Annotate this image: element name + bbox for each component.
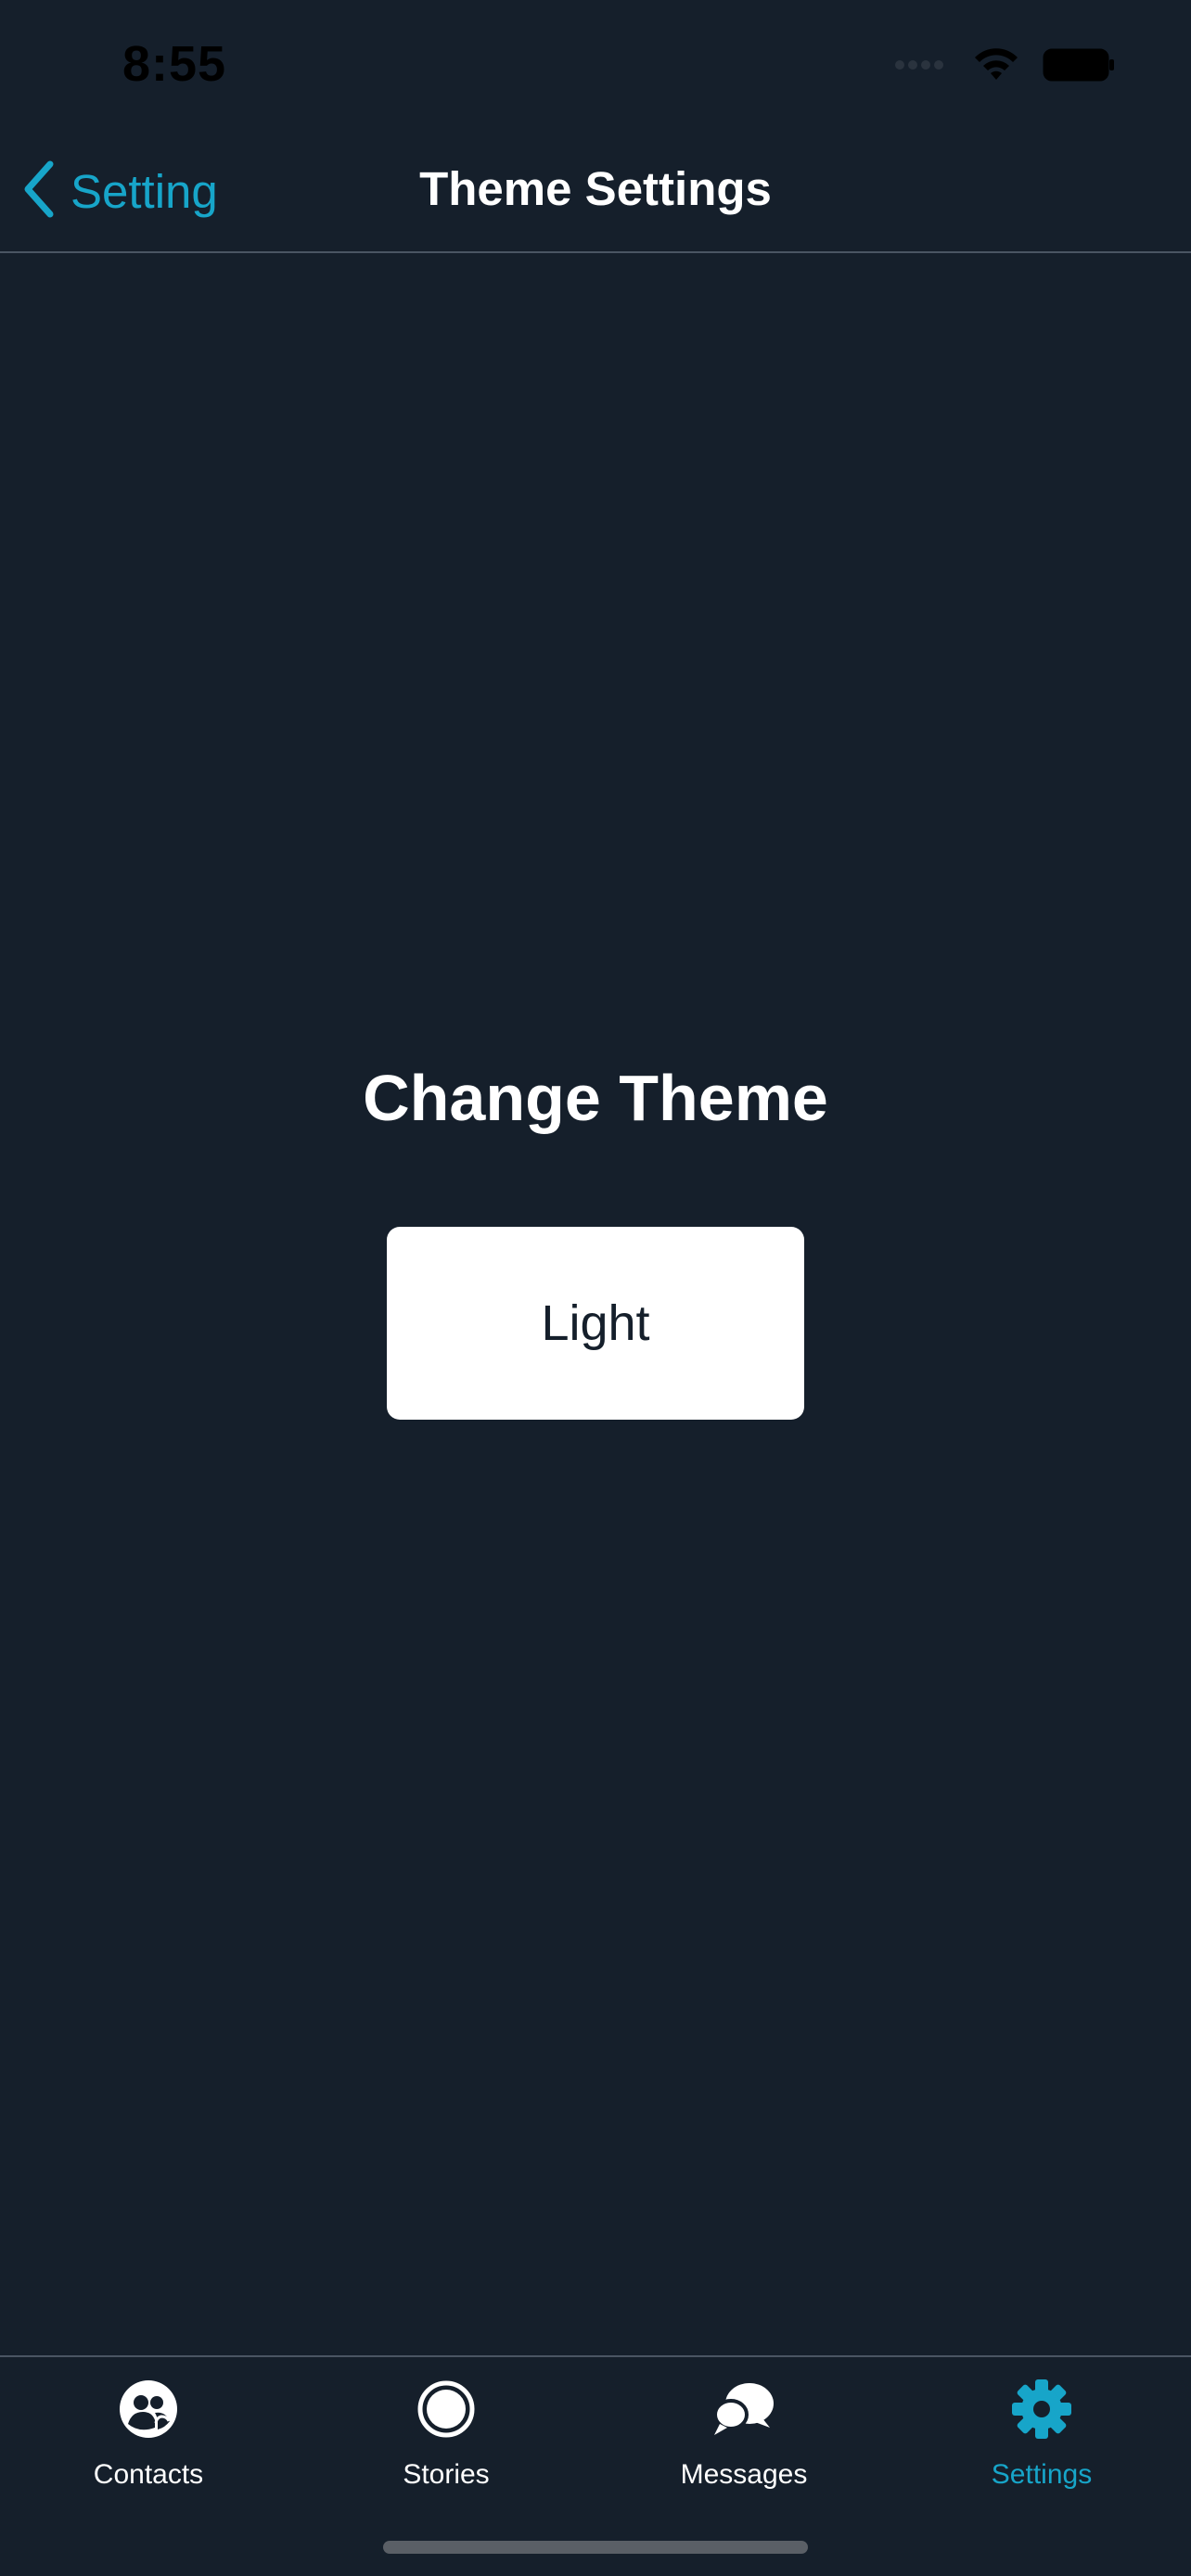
messages-icon <box>711 2376 777 2442</box>
status-time: 8:55 <box>122 36 227 92</box>
tab-contacts[interactable]: Contacts <box>37 2376 260 2515</box>
home-indicator[interactable] <box>383 2541 808 2554</box>
tab-stories-label: Stories <box>403 2459 490 2490</box>
contacts-icon <box>115 2376 182 2442</box>
theme-toggle-button[interactable]: Light <box>387 1227 804 1420</box>
tab-messages-label: Messages <box>680 2459 808 2490</box>
theme-settings-screen: 8:55 Setting Theme Settings Change Theme… <box>0 0 1191 2576</box>
tab-stories[interactable]: Stories <box>335 2376 557 2515</box>
cellular-signal-icon <box>894 56 950 79</box>
status-icons <box>894 46 1117 87</box>
page-title: Theme Settings <box>419 162 772 215</box>
tab-messages[interactable]: Messages <box>633 2376 855 2515</box>
tab-contacts-label: Contacts <box>93 2459 204 2490</box>
wifi-icon <box>972 46 1020 88</box>
battery-icon <box>1043 46 1117 88</box>
navigation-bar: Setting Theme Settings <box>0 130 1191 253</box>
status-bar: 8:55 <box>0 0 1191 130</box>
change-theme-heading: Change Theme <box>363 1062 828 1134</box>
tab-settings[interactable]: Settings <box>930 2376 1153 2515</box>
stories-icon <box>413 2376 480 2442</box>
gear-icon <box>1008 2376 1075 2442</box>
tab-settings-label: Settings <box>991 2459 1093 2490</box>
